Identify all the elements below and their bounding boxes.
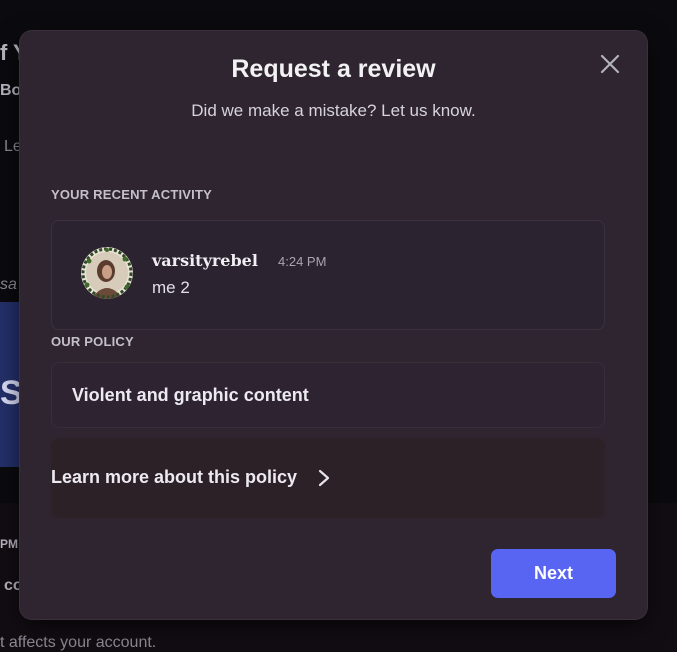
- recent-activity-label: YOUR RECENT ACTIVITY: [51, 187, 212, 202]
- modal-title: Request a review: [231, 55, 436, 83]
- username: varsityrebel: [152, 251, 258, 270]
- our-policy-label: OUR POLICY: [51, 334, 134, 349]
- policy-name: Violent and graphic content: [72, 385, 309, 405]
- background-text: PM: [0, 537, 18, 551]
- background-text: t affects your account.: [0, 634, 157, 651]
- message-timestamp: 4:24 PM: [278, 254, 327, 269]
- chevron-right-icon: [318, 469, 330, 487]
- close-button[interactable]: [597, 51, 623, 77]
- modal-subtitle: Did we make a mistake? Let us know.: [191, 101, 476, 120]
- request-review-modal: Request a review Did we make a mistake? …: [20, 31, 647, 619]
- learn-more-label: Learn more about this policy: [51, 467, 298, 487]
- next-button[interactable]: Next: [491, 549, 616, 598]
- modal-header: Request a review: [20, 55, 647, 84]
- background-card: S: [0, 302, 23, 467]
- avatar: [81, 247, 133, 299]
- message-content: me 2: [152, 278, 190, 297]
- policy-card: Violent and graphic content: [51, 362, 605, 428]
- recent-activity-card: varsityrebel 4:24 PM me 2: [51, 220, 605, 330]
- learn-more-policy-link[interactable]: Learn more about this policy: [51, 438, 605, 518]
- close-icon: [600, 54, 620, 74]
- background-text: sa: [0, 276, 17, 293]
